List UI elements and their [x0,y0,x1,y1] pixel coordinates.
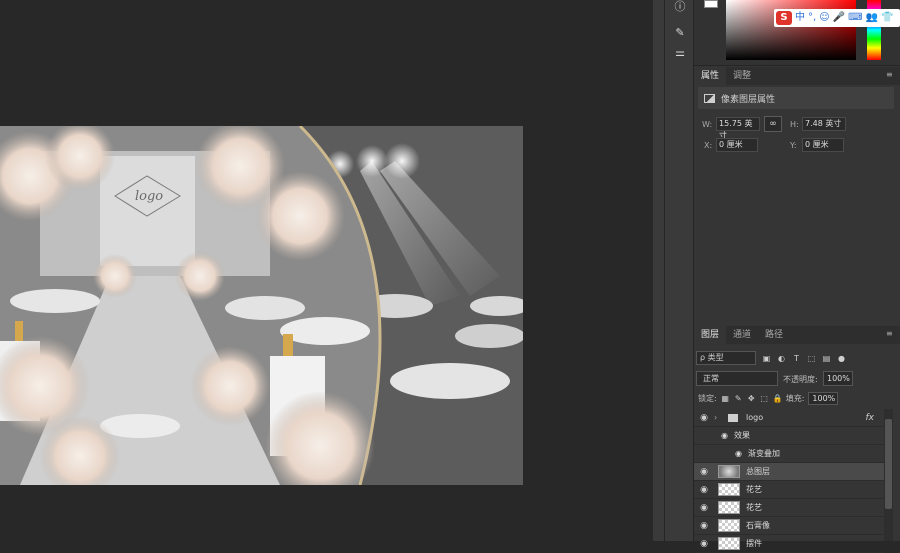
ime-toolbar: S 中 °, ☺ 🎤 ⌨ 👥 👕 [774,9,900,27]
layer-row-gradient-overlay[interactable]: ◉ 渐变叠加 [694,445,884,463]
layer-filter-bar: ρ 类型 ▣ ◐ T ⬚ ▤ ● [696,350,898,366]
ime-users-icon[interactable]: 👥 [866,9,878,27]
tab-paths[interactable]: 路径 [758,326,790,344]
layer-name: 花艺 [746,503,762,512]
properties-tabs: 属性 调整 ≡ [694,67,900,85]
opacity-field[interactable]: 100% [823,371,853,386]
layer-row-plaster-statue[interactable]: ◉ 石膏像 [694,517,884,535]
layer-name: 石膏像 [746,521,770,530]
width-label: W: [702,120,713,129]
document-canvas[interactable]: logo [0,126,523,485]
x-field[interactable]: 0 厘米 [716,138,758,152]
visibility-eye-icon[interactable]: ◉ [694,413,714,423]
lock-row: 锁定: ▦ ✎ ✥ ⬚ 🔒 填充: 100% [698,391,898,405]
visibility-eye-icon[interactable]: ◉ [694,503,714,513]
x-label: X: [704,141,713,150]
lock-label: 锁定: [698,393,717,403]
stage-logo-text: logo [135,189,163,204]
y-label: Y: [790,141,797,150]
lock-artboard-icon[interactable]: ⬚ [760,394,769,403]
properties-header-label: 像素图层属性 [721,94,776,105]
visibility-eye-icon[interactable]: ◉ [694,449,748,458]
panel-toolstrip: ⓘ ✎ ⚌ [664,0,694,541]
brush-settings-icon[interactable]: ✎ [672,26,688,40]
properties-menu-icon[interactable]: ≡ [886,71,894,79]
ime-punctuation-icon[interactable]: °, [808,9,816,27]
layer-row-logo-group[interactable]: ◉ › logo fx [694,409,884,427]
right-panel-dock: S 中 °, ☺ 🎤 ⌨ 👥 👕 属性 调整 ≡ 像素图层属性 W: 15.75… [694,0,900,553]
layer-thumbnail [718,483,740,496]
layer-row-master[interactable]: ◉ 总图层 [694,463,884,481]
layer-name: 渐变叠加 [748,449,780,458]
layer-name: 总图层 [746,467,770,476]
lock-transparent-icon[interactable]: ▦ [721,394,730,403]
layers-tabs: 图层 通道 路径 ≡ [694,326,900,344]
layer-list-scrollbar[interactable] [884,409,893,541]
layer-list: ◉ › logo fx ◉ 效果 ◉ 渐变叠加 ◉ 总图层 ◉ 花艺 ◉ 花艺 [694,409,884,553]
layer-name: 摆件 [746,539,762,548]
layer-effects-fx-icon[interactable]: fx [866,413,875,423]
visibility-eye-icon[interactable]: ◉ [694,521,714,531]
filter-adjustment-icon[interactable]: ◐ [777,354,786,363]
filter-type-icon[interactable]: T [792,354,801,363]
layer-name: logo [746,413,764,422]
link-dimensions-icon[interactable]: ∞ [764,116,782,132]
tab-channels[interactable]: 通道 [726,326,758,344]
layer-row-ornament[interactable]: ◉ 摆件 [694,535,884,553]
visibility-eye-icon[interactable]: ◉ [694,485,714,495]
chevron-right-icon[interactable]: › [714,413,724,422]
filter-shape-icon[interactable]: ⬚ [807,354,816,363]
layer-thumbnail [718,519,740,532]
blend-mode-select[interactable]: 正常 [696,371,778,386]
ime-logo[interactable]: S [776,11,792,25]
visibility-eye-icon[interactable]: ◉ [694,467,714,477]
scrollbar-thumb[interactable] [885,419,892,509]
wedding-scene-image: logo [0,126,523,485]
opacity-label: 不透明度: [783,375,818,384]
visibility-eye-icon[interactable]: ◉ [694,539,714,549]
layer-thumbnail [718,537,740,550]
tab-properties[interactable]: 属性 [694,67,727,85]
layer-thumbnail [718,501,740,514]
fill-label: 填充: [785,393,805,403]
color-panel: S 中 °, ☺ 🎤 ⌨ 👥 👕 [694,0,900,66]
properties-header: 像素图层属性 [698,87,894,109]
tab-adjustments[interactable]: 调整 [726,67,758,85]
ime-emoji-icon[interactable]: ☺ [819,9,829,27]
ime-keyboard-icon[interactable]: ⌨ [848,9,862,27]
layers-menu-icon[interactable]: ≡ [886,330,894,338]
canvas-area[interactable]: logo [0,0,653,541]
width-field[interactable]: 15.75 英寸 [716,117,760,140]
info-icon[interactable]: ⓘ [672,0,688,14]
layer-thumbnail [718,465,740,478]
foreground-color-swatch[interactable] [704,0,718,8]
height-field[interactable]: 7.48 英寸 [802,117,846,131]
layer-row-floral-2[interactable]: ◉ 花艺 [694,499,884,517]
filter-toggle-icon[interactable]: ● [837,354,846,363]
ime-voice-icon[interactable]: 🎤 [833,9,845,27]
layer-row-effects[interactable]: ◉ 效果 [694,427,884,445]
fill-field[interactable]: 100% [808,391,839,405]
ime-mode-toggle[interactable]: 中 [795,9,805,27]
y-field[interactable]: 0 厘米 [802,138,844,152]
folder-icon [728,413,738,422]
filter-pixel-icon[interactable]: ▣ [762,354,771,363]
lock-all-icon[interactable]: 🔒 [773,394,783,403]
layer-kind-filter[interactable]: ρ 类型 [696,351,756,365]
filter-smart-object-icon[interactable]: ▤ [822,354,831,363]
layer-name: 花艺 [746,485,762,494]
adjust-sliders-icon[interactable]: ⚌ [672,46,688,60]
ime-skin-icon[interactable]: 👕 [881,9,893,27]
layer-row-floral-1[interactable]: ◉ 花艺 [694,481,884,499]
height-label: H: [790,120,799,129]
visibility-eye-icon[interactable]: ◉ [694,431,734,440]
canvas-scrollbar[interactable] [653,0,664,541]
lock-image-icon[interactable]: ✎ [734,394,743,403]
tab-layers[interactable]: 图层 [694,326,727,344]
layer-name: 效果 [734,431,750,440]
pixel-layer-icon [704,93,715,103]
lock-position-icon[interactable]: ✥ [747,394,756,403]
